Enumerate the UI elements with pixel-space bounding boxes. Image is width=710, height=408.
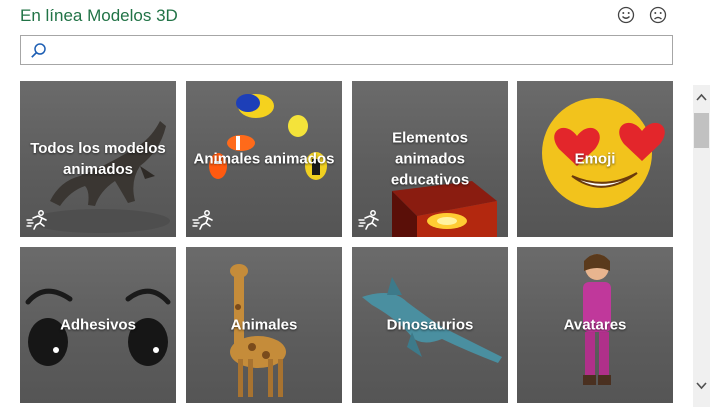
tile-label: Animales xyxy=(230,316,298,334)
tile-adhesivos[interactable]: Adhesivos xyxy=(20,247,176,403)
tile-todos-los-modelos-animados[interactable]: Todos los modelos animados xyxy=(20,81,176,237)
running-animation-icon xyxy=(26,210,47,230)
scroll-up-arrow-icon[interactable] xyxy=(693,89,710,106)
tile-label: Dinosaurios xyxy=(386,316,474,334)
scroll-down-arrow-icon[interactable] xyxy=(693,377,710,394)
running-animation-icon xyxy=(192,210,213,230)
tile-dinosaurios[interactable]: Dinosaurios xyxy=(352,247,508,403)
tile-label: Todos los modelos animados xyxy=(30,140,166,178)
search-input[interactable] xyxy=(55,39,669,63)
frown-feedback-icon[interactable] xyxy=(649,6,667,24)
tile-emoji[interactable]: Emoji xyxy=(517,81,673,237)
tile-label: Elementos animados educativos xyxy=(390,129,470,189)
page-title: En línea Modelos 3D xyxy=(20,6,178,25)
tile-label: Emoji xyxy=(574,150,616,168)
tile-label: Animales animados xyxy=(193,150,335,168)
running-animation-icon xyxy=(358,210,379,230)
scroll-thumb[interactable] xyxy=(694,113,709,148)
tile-animales[interactable]: Animales xyxy=(186,247,342,403)
model-category-grid: Todos los modelos animados Animales anim… xyxy=(20,81,677,408)
smile-feedback-icon[interactable] xyxy=(617,6,635,24)
tile-avatares[interactable]: Avatares xyxy=(517,247,673,403)
tile-label: Adhesivos xyxy=(60,316,136,334)
tile-elementos-animados-educativos[interactable]: Elementos animados educativos xyxy=(352,81,508,237)
vertical-scrollbar[interactable] xyxy=(693,85,710,407)
search-icon xyxy=(31,43,46,58)
tile-label: Avatares xyxy=(563,316,627,334)
search-box[interactable] xyxy=(20,35,673,65)
tile-animales-animados[interactable]: Animales animados xyxy=(186,81,342,237)
